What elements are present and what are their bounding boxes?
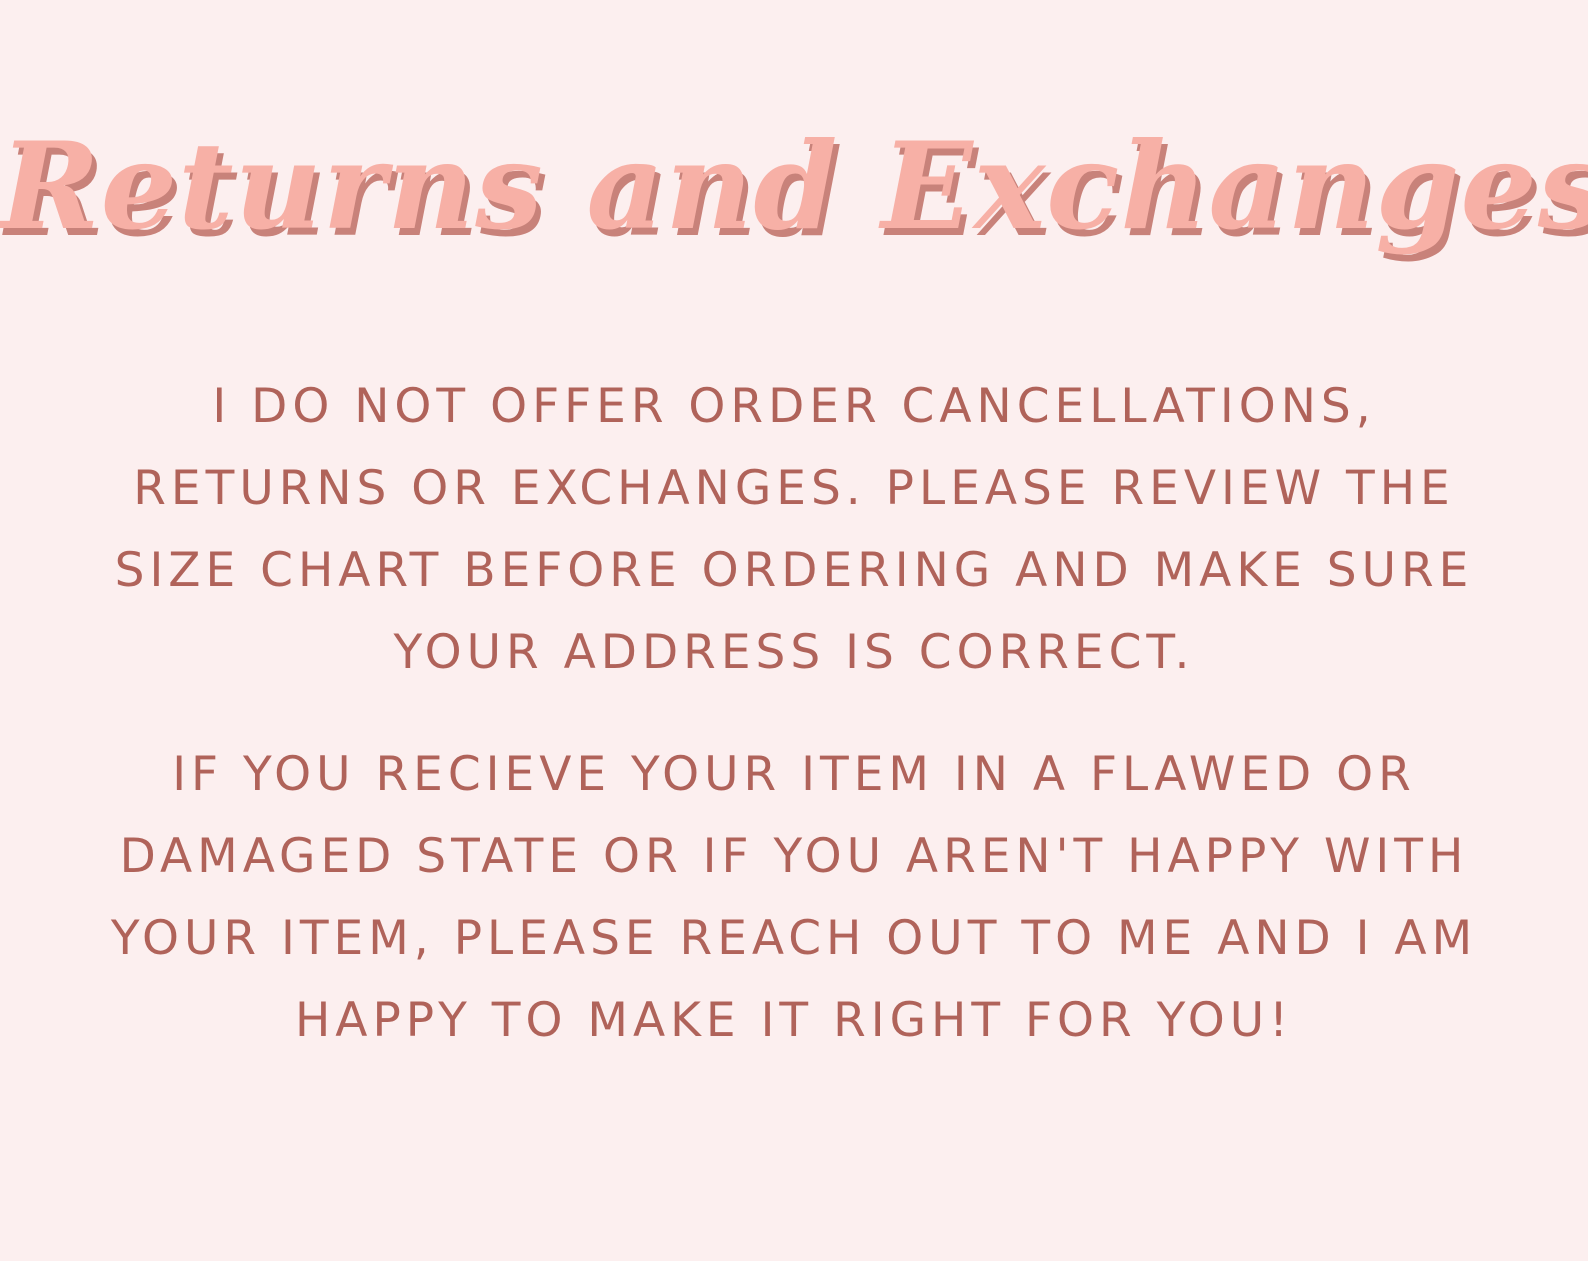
page-title: Returns and Exchanges [0,116,1588,257]
policy-line: IF YOU RECIEVE YOUR ITEM IN A FLAWED OR [172,747,1416,802]
policy-line: HAPPY TO MAKE IT RIGHT FOR YOU! [294,993,1294,1048]
policy-paragraph-no-returns: I DO NOT OFFER ORDER CANCELLATIONS, RETU… [60,366,1528,694]
returns-policy-card: Returns and Exchanges I DO NOT OFFER ORD… [0,0,1588,1261]
policy-line: I DO NOT OFFER ORDER CANCELLATIONS, [212,379,1376,434]
policy-paragraph-damaged-items: IF YOU RECIEVE YOUR ITEM IN A FLAWED OR … [60,734,1528,1062]
policy-line: RETURNS OR EXCHANGES. PLEASE REVIEW THE [133,461,1455,516]
policy-line: DAMAGED STATE OR IF YOU AREN'T HAPPY WIT… [119,829,1469,884]
policy-line: YOUR ITEM, PLEASE REACH OUT TO ME AND I … [110,911,1478,966]
policy-line: SIZE CHART BEFORE ORDERING AND MAKE SURE [114,543,1474,598]
policy-line: YOUR ADDRESS IS CORRECT. [393,625,1195,680]
